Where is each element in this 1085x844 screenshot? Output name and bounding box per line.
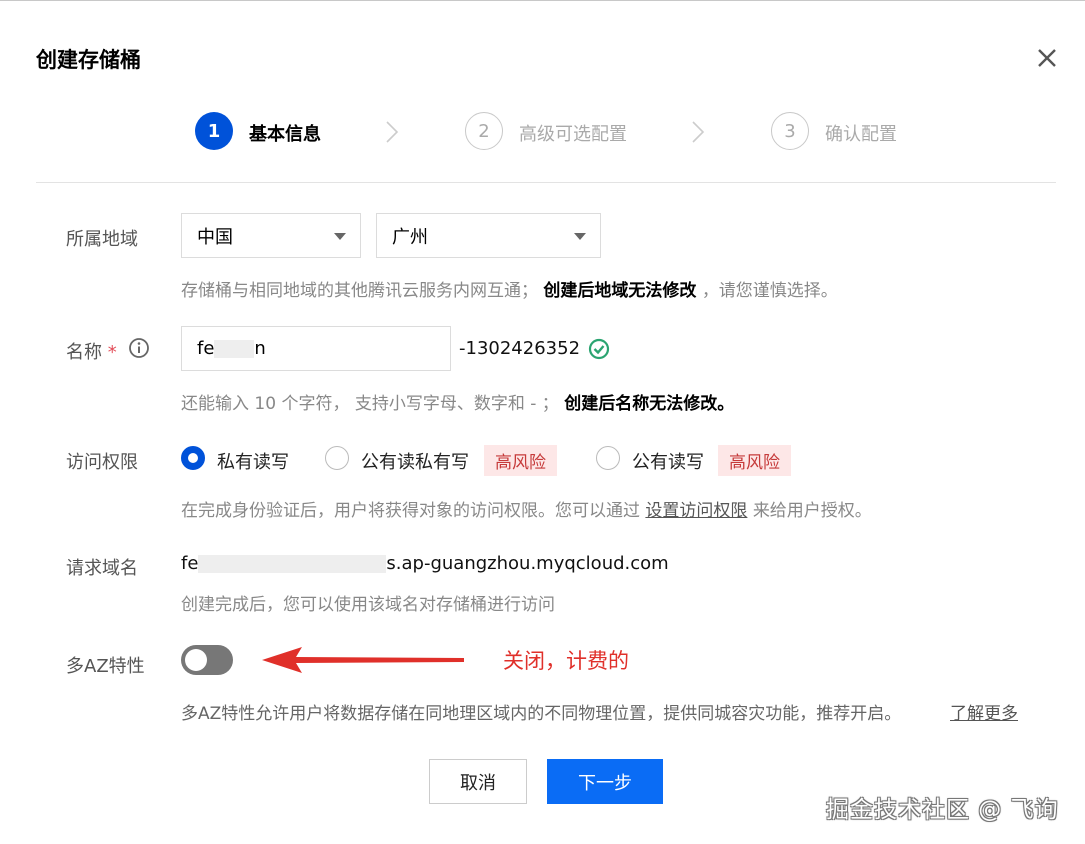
arrow-left-icon <box>262 647 464 673</box>
risk-badge: 高风险 <box>718 445 791 476</box>
radio-public-rw-label[interactable]: 公有读写 <box>632 448 704 474</box>
domain-label: 请求域名 <box>66 558 138 579</box>
radio-public-read-label[interactable]: 公有读私有写 <box>361 448 469 474</box>
step-2-label: 高级可选配置 <box>519 124 627 145</box>
region-label: 所属地域 <box>66 229 138 250</box>
region-hint: 存储桶与相同地域的其他腾讯云服务内网互通； 创建后地域无法修改 ，请您谨慎选择。 <box>181 276 838 301</box>
bucket-name-input[interactable]: fe n <box>181 326 451 371</box>
radio-private-label[interactable]: 私有读写 <box>217 448 289 474</box>
domain-value-start: fe <box>181 553 199 574</box>
set-permission-link[interactable]: 设置访问权限 <box>645 501 747 521</box>
access-hint-text: 在完成身份验证后，用户将获得对象的访问权限。您可以通过 <box>181 501 640 521</box>
country-value: 中国 <box>197 226 233 248</box>
name-label-text: 名称 <box>66 342 102 363</box>
chevron-right-icon <box>692 121 705 143</box>
cancel-button[interactable]: 取消 <box>429 759 527 804</box>
region-hint-warning: 创建后地域无法修改 <box>543 281 697 301</box>
learn-more-link[interactable]: 了解更多 <box>950 699 1018 724</box>
dialog-title: 创建存储桶 <box>36 48 141 72</box>
multi-az-hint: 多AZ特性允许用户将数据存储在同地理区域内的不同物理位置，提供同城容灾功能，推荐… <box>181 704 902 724</box>
access-hint-suffix: 来给用户授权。 <box>752 501 872 521</box>
name-label: 名称 * <box>66 338 117 364</box>
caret-down-icon <box>574 233 586 240</box>
name-hint: 还能输入 10 个字符， 支持小写字母、数字和 - ； 创建后名称无法修改。 <box>181 389 734 414</box>
city-value: 广州 <box>392 226 428 248</box>
multi-az-label: 多AZ特性 <box>66 656 145 677</box>
domain-value-end: s.ap-guangzhou.myqcloud.com <box>386 553 669 574</box>
header-divider <box>36 182 1056 183</box>
step-3-number: 3 <box>771 112 809 150</box>
step-2-number: 2 <box>465 112 503 150</box>
region-hint-suffix: ，请您谨慎选择。 <box>701 281 838 301</box>
redacted-text <box>198 555 387 573</box>
country-select[interactable]: 中国 <box>181 213 361 258</box>
next-step-button[interactable]: 下一步 <box>547 759 663 804</box>
step-1-number: 1 <box>195 112 233 150</box>
radio-private[interactable] <box>181 446 205 470</box>
redacted-text <box>214 339 255 358</box>
name-hint-warning: 创建后名称无法修改。 <box>564 394 735 414</box>
close-icon[interactable] <box>1033 44 1061 72</box>
caret-down-icon <box>334 233 346 240</box>
watermark: 掘金技术社区 @ 飞询 <box>826 797 1059 823</box>
step-3-label: 确认配置 <box>825 124 897 145</box>
radio-public-rw[interactable] <box>596 446 620 470</box>
name-value-end: n <box>254 338 266 359</box>
access-label: 访问权限 <box>66 452 138 473</box>
name-value-start: fe <box>197 338 215 359</box>
city-select[interactable]: 广州 <box>376 213 601 258</box>
region-hint-text: 存储桶与相同地域的其他腾讯云服务内网互通； <box>181 281 538 301</box>
domain-hint: 创建完成后，您可以使用该域名对存储桶进行访问 <box>181 595 555 615</box>
check-circle-icon <box>588 338 610 360</box>
info-icon[interactable] <box>128 337 150 359</box>
risk-badge: 高风险 <box>484 445 557 476</box>
chevron-right-icon <box>386 121 399 143</box>
step-1-label: 基本信息 <box>249 124 321 145</box>
stepper: 1 基本信息 2 高级可选配置 3 确认配置 <box>0 110 1085 154</box>
multi-az-toggle[interactable] <box>181 645 233 675</box>
top-border <box>0 0 1085 1</box>
appid-suffix: -1302426352 <box>459 338 581 359</box>
access-hint: 在完成身份验证后，用户将获得对象的访问权限。您可以通过 设置访问权限 来给用户授… <box>181 496 872 521</box>
annotation-text: 关闭，计费的 <box>503 649 629 673</box>
domain-value: fe s.ap-guangzhou.myqcloud.com <box>181 553 669 574</box>
required-mark: * <box>107 342 117 363</box>
toggle-knob <box>185 649 207 671</box>
radio-public-read[interactable] <box>325 446 349 470</box>
name-hint-text: 还能输入 10 个字符， 支持小写字母、数字和 - ； <box>181 394 559 414</box>
